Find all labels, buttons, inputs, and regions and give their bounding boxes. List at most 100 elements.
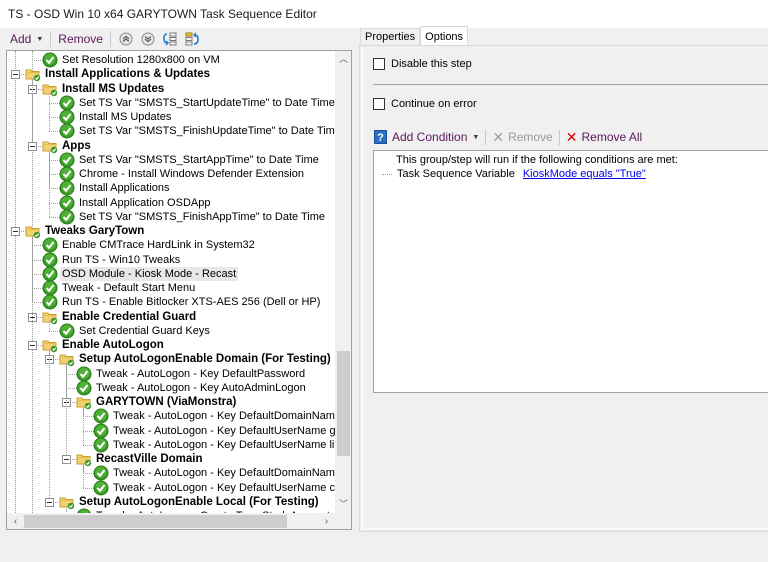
green-check-icon [59, 123, 75, 139]
remove-all-label: Remove All [581, 130, 643, 144]
tree-connector [32, 79, 33, 146]
tree-group[interactable]: Install Applications & Updates [25, 67, 212, 82]
tree-step[interactable]: Set TS Var "SMSTS_FinishUpdateTime" to D… [59, 123, 335, 139]
task-sequence-tree[interactable]: Set Resolution 1280x800 on VM Install App… [6, 50, 352, 530]
tree-view[interactable]: Set Resolution 1280x800 on VM Install App… [7, 51, 335, 513]
tree-step[interactable]: Tweak - AutoLogon - Key DefaultDomainNam… [93, 408, 335, 424]
tree-step[interactable]: Tweak - AutoLogon - Key DefaultDomainNam… [93, 465, 335, 481]
remove-all-x-icon: ✕ [565, 128, 578, 145]
tree-group[interactable]: Tweaks GaryTown [25, 224, 146, 239]
folder-check-icon [59, 351, 75, 367]
condition-type: Task Sequence Variable [397, 168, 515, 180]
tree-item-label: Install MS Updates [62, 82, 165, 95]
remove-all-conditions-button[interactable]: ✕ Remove All [566, 129, 642, 146]
tree-step[interactable]: Enable CMTrace HardLink in System32 [42, 237, 257, 253]
toolbar-separator [50, 31, 52, 47]
checkbox-box[interactable] [373, 98, 385, 110]
tree-step[interactable]: Tweak - AutoLogon - Key DefaultPassword [76, 366, 307, 381]
collapse-toggle-icon[interactable] [62, 455, 71, 464]
folder-check-icon [76, 394, 92, 410]
green-check-icon [93, 480, 109, 496]
tree-step[interactable]: Chrome - Install Windows Defender Extens… [59, 166, 306, 182]
remove-x-icon: ✕ [492, 128, 505, 145]
expand-all-icon[interactable] [162, 31, 178, 47]
tree-item-label: Install Applications [79, 182, 170, 195]
tree-connector [382, 173, 392, 175]
tree-item-label: Setup AutoLogonEnable Local (For Testing… [79, 495, 319, 508]
tree-step[interactable]: Tweak - AutoLogon - Key DefaultUserName … [93, 423, 335, 438]
tree-step[interactable]: Set TS Var "SMSTS_StartAppTime" to Date … [59, 152, 321, 168]
remove-condition-button[interactable]: ✕ Remove [492, 129, 552, 146]
vertical-scroll-thumb[interactable] [337, 351, 350, 456]
tree-connector [32, 236, 33, 345]
horizontal-scrollbar[interactable]: ‹ › [7, 513, 335, 529]
collapse-toggle-icon[interactable] [11, 227, 20, 236]
add-button-label: Add [10, 32, 32, 46]
tree-item-label: Tweak - AutoLogon - Key DefaultDomainNam… [113, 467, 335, 480]
horizontal-scroll-thumb[interactable] [24, 515, 287, 528]
tree-step[interactable]: Install Applications [59, 180, 172, 196]
tab-options[interactable]: Options [420, 26, 469, 45]
folder-check-icon [76, 451, 92, 467]
conditions-header: This group/step will run if the followin… [396, 154, 678, 166]
tree-item-label: Set Resolution 1280x800 on VM [62, 54, 220, 66]
continue-on-error-checkbox[interactable]: Continue on error [373, 98, 477, 110]
tree-group[interactable]: Install MS Updates [42, 82, 166, 96]
tree-step[interactable]: Tweak - AutoLogon - Key DefaultUserName … [93, 480, 335, 496]
folder-check-icon [42, 337, 58, 353]
tree-step[interactable]: Run TS - Enable Bitlocker XTS-AES 256 (D… [42, 294, 322, 310]
tree-item-label: Tweak - Default Start Menu [62, 282, 196, 294]
remove-button[interactable]: Remove [58, 32, 103, 46]
tree-item-label: Tweak - AutoLogon - Key AutoAdminLogon [96, 381, 306, 394]
tree-step[interactable]: Run TS - Win10 Tweaks [42, 252, 182, 267]
scroll-right-icon[interactable]: › [318, 513, 335, 529]
collapse-toggle-icon[interactable] [11, 70, 20, 80]
vertical-scrollbar[interactable]: ︿ ﹀ [335, 51, 351, 513]
collapse-toggle-icon[interactable] [28, 141, 37, 151]
move-down-icon[interactable] [140, 31, 156, 47]
add-condition-button[interactable]: ? Add Condition ▼ [374, 130, 479, 144]
tree-item-label: Tweak - AutoLogon - Key DefaultUserName … [113, 481, 335, 494]
tree-step[interactable]: Install Application OSDApp [59, 195, 212, 210]
tree-step[interactable]: Set TS Var "SMSTS_StartUpdateTime" to Da… [59, 95, 335, 111]
tree-item-label: Set TS Var "SMSTS_StartUpdateTime" to Da… [79, 96, 335, 109]
condition-expression-link[interactable]: KioskMode equals "True" [523, 168, 646, 180]
add-condition-label: Add Condition [392, 130, 468, 144]
tree-step[interactable]: OSD Module - Kiosk Mode - Recast [42, 266, 239, 282]
tree-step[interactable]: Tweak - AutoLogon - Key AutoAdminLogon [76, 380, 308, 396]
tree-group[interactable]: GARYTOWN (ViaMonstra) [76, 394, 238, 410]
green-check-icon [93, 437, 109, 453]
condition-item[interactable]: Task Sequence Variable KioskMode equals … [382, 168, 646, 180]
scroll-down-icon[interactable]: ﹀ [335, 496, 351, 513]
move-up-icon[interactable] [118, 31, 134, 47]
tree-step[interactable]: Set TS Var "SMSTS_FinishAppTime" to Date… [59, 209, 327, 225]
tree-item-label: GARYTOWN (ViaMonstra) [96, 396, 237, 408]
checkbox-box[interactable] [373, 58, 385, 70]
tree-group[interactable]: RecastVille Domain [76, 451, 205, 467]
collapse-toggle-icon[interactable] [45, 497, 54, 507]
tree-group[interactable]: Enable Credential Guard [42, 310, 198, 324]
tree-step[interactable]: Install MS Updates [59, 109, 173, 125]
tree-group[interactable]: Setup AutoLogonEnable Local (For Testing… [59, 495, 321, 509]
disable-step-checkbox[interactable]: Disable this step [373, 58, 472, 70]
toolbar-separator [109, 31, 111, 47]
tree-group[interactable]: Setup AutoLogonEnable Domain (For Testin… [59, 351, 333, 367]
tree-item-label: Tweaks GaryTown [45, 225, 145, 237]
scroll-up-icon[interactable]: ︿ [335, 51, 351, 68]
collapse-all-icon[interactable] [184, 31, 200, 47]
add-button[interactable]: Add ▼ [10, 32, 43, 46]
conditions-list[interactable]: This group/step will run if the followin… [373, 150, 768, 393]
tree-step[interactable]: Tweak - Default Start Menu [42, 280, 197, 296]
scrollbar-corner [335, 513, 351, 529]
chevron-down-icon: ▼ [36, 35, 44, 43]
tree-step[interactable]: Set Resolution 1280x800 on VM [42, 52, 222, 68]
collapse-toggle-icon[interactable] [28, 341, 37, 350]
tab-properties[interactable]: Properties [360, 28, 421, 46]
tree-step[interactable]: Tweak - AutoLogon - Key DefaultUserName … [93, 437, 335, 453]
tree-step[interactable]: Set Credential Guard Keys [59, 323, 212, 339]
tree-connector [49, 93, 50, 132]
tree-connector [49, 150, 50, 217]
help-condition-icon: ? [374, 130, 387, 144]
tree-group[interactable]: Enable AutoLogon [42, 337, 166, 353]
scroll-left-icon[interactable]: ‹ [7, 513, 24, 529]
